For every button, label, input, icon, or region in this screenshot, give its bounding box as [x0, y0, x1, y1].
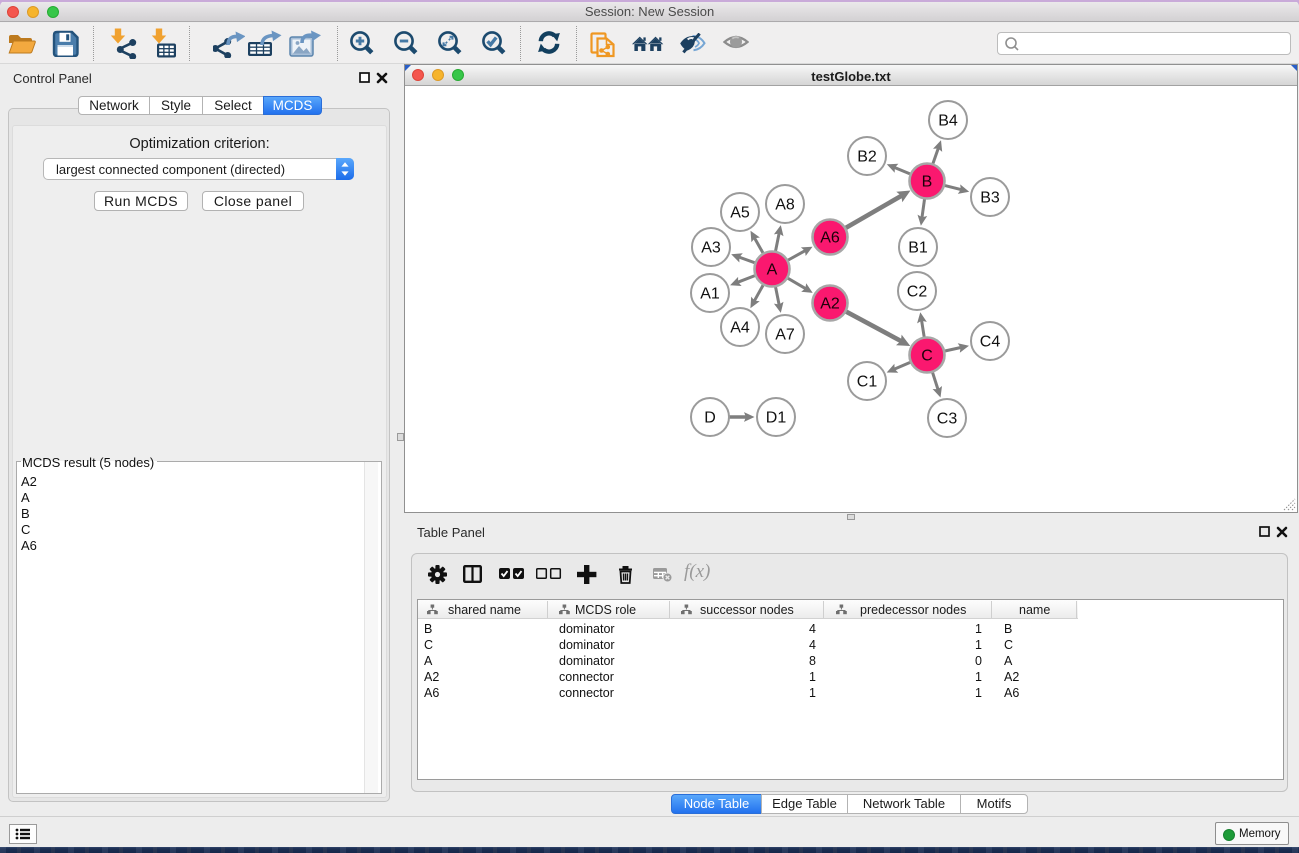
- svg-text:A: A: [767, 262, 778, 279]
- svg-text:A8: A8: [775, 197, 795, 214]
- svg-text:A6: A6: [820, 230, 840, 247]
- svg-text:A2: A2: [820, 296, 840, 313]
- svg-text:A1: A1: [700, 286, 720, 303]
- svg-text:B1: B1: [908, 240, 928, 257]
- svg-text:C1: C1: [857, 374, 878, 391]
- svg-text:A5: A5: [730, 205, 750, 222]
- svg-text:C2: C2: [907, 284, 928, 301]
- svg-text:A4: A4: [730, 320, 750, 337]
- svg-text:A3: A3: [701, 240, 721, 257]
- svg-text:B2: B2: [857, 149, 877, 166]
- svg-text:A7: A7: [775, 327, 795, 344]
- svg-text:C3: C3: [937, 411, 958, 428]
- svg-text:D1: D1: [766, 410, 787, 427]
- svg-text:D: D: [704, 410, 716, 427]
- svg-text:C4: C4: [980, 334, 1001, 351]
- svg-text:C: C: [921, 348, 933, 365]
- svg-text:B4: B4: [938, 113, 958, 130]
- svg-text:B: B: [922, 174, 933, 191]
- svg-text:B3: B3: [980, 190, 1000, 207]
